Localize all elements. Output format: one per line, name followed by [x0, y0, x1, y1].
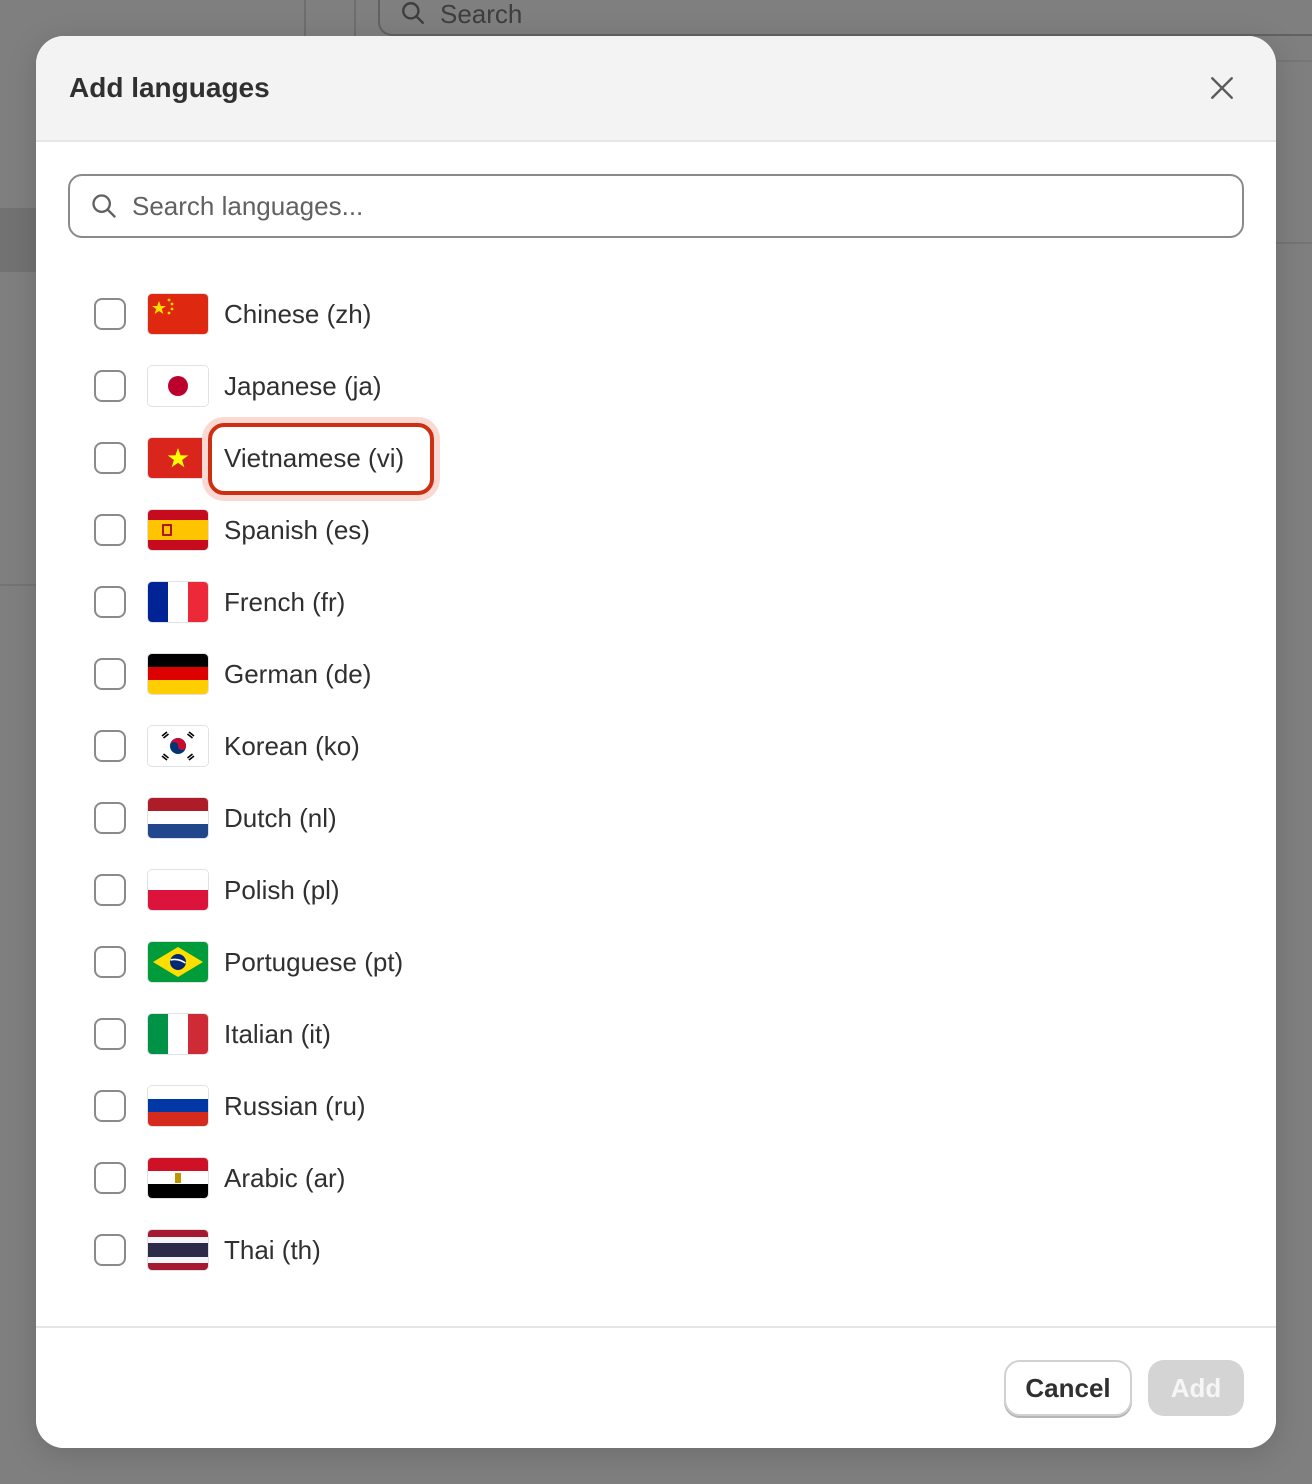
language-checkbox-th[interactable] — [94, 1234, 126, 1266]
thailand-flag-icon — [148, 1230, 208, 1270]
language-row-ar[interactable]: Arabic (ar) — [36, 1142, 1276, 1214]
poland-flag-icon — [148, 870, 208, 910]
language-label: Portuguese (pt) — [224, 946, 404, 977]
language-checkbox-pt[interactable] — [94, 946, 126, 978]
modal-footer: Cancel Add — [36, 1326, 1276, 1448]
background-band-right — [1276, 140, 1312, 244]
add-languages-modal: Add languages Chinese (zh) Japanese (ja) — [36, 36, 1276, 1448]
background-search-field: Search — [378, 0, 1312, 36]
language-row-it[interactable]: Italian (it) — [36, 998, 1276, 1070]
language-label: Italian (it) — [224, 1018, 331, 1049]
language-label: Spanish (es) — [224, 514, 370, 545]
language-row-pt[interactable]: Portuguese (pt) — [36, 926, 1276, 998]
language-checkbox-pl[interactable] — [94, 874, 126, 906]
language-row-ja[interactable]: Japanese (ja) — [36, 350, 1276, 422]
language-checkbox-nl[interactable] — [94, 802, 126, 834]
language-row-th[interactable]: Thai (th) — [36, 1214, 1276, 1286]
japan-flag-icon — [148, 366, 208, 406]
background-divider-line — [1276, 60, 1312, 62]
germany-flag-icon — [148, 654, 208, 694]
language-checkbox-zh[interactable] — [94, 298, 126, 330]
language-row-es[interactable]: Spanish (es) — [36, 494, 1276, 566]
language-label: Polish (pl) — [224, 874, 340, 905]
language-row-ru[interactable]: Russian (ru) — [36, 1070, 1276, 1142]
language-label: German (de) — [224, 658, 372, 689]
italy-flag-icon — [148, 1014, 208, 1054]
netherlands-flag-icon — [148, 798, 208, 838]
language-label: Arabic (ar) — [224, 1162, 346, 1193]
language-checkbox-ru[interactable] — [94, 1090, 126, 1122]
language-label: Japanese (ja) — [224, 370, 382, 401]
language-label: Chinese (zh) — [224, 298, 372, 329]
language-row-nl[interactable]: Dutch (nl) — [36, 782, 1276, 854]
spain-flag-icon — [148, 510, 208, 550]
language-checkbox-ja[interactable] — [94, 370, 126, 402]
modal-header: Add languages — [36, 36, 1276, 142]
language-checkbox-es[interactable] — [94, 514, 126, 546]
egypt-flag-icon — [148, 1158, 208, 1198]
language-label: Dutch (nl) — [224, 802, 337, 833]
vietnam-flag-icon — [148, 438, 208, 478]
background-divider-left — [0, 584, 36, 586]
language-label: French (fr) — [224, 586, 346, 617]
language-row-de[interactable]: German (de) — [36, 638, 1276, 710]
language-row-fr[interactable]: French (fr) — [36, 566, 1276, 638]
south-korea-flag-icon — [148, 726, 208, 766]
language-label: Korean (ko) — [224, 730, 360, 761]
close-button[interactable] — [1200, 66, 1244, 110]
language-label: Thai (th) — [224, 1234, 321, 1265]
language-checkbox-de[interactable] — [94, 658, 126, 690]
search-icon — [92, 194, 116, 218]
language-checkbox-fr[interactable] — [94, 586, 126, 618]
language-row-vi[interactable]: Vietnamese (vi) — [36, 422, 1276, 494]
language-checkbox-it[interactable] — [94, 1018, 126, 1050]
background-divider — [304, 0, 356, 40]
language-label: Vietnamese (vi) — [224, 442, 405, 473]
language-search-field[interactable] — [68, 174, 1244, 238]
search-icon — [402, 2, 424, 24]
language-row-pl[interactable]: Polish (pl) — [36, 854, 1276, 926]
close-icon — [1211, 77, 1233, 99]
china-flag-icon — [148, 294, 208, 334]
language-label: Russian (ru) — [224, 1090, 366, 1121]
modal-title: Add languages — [69, 72, 270, 103]
cancel-button[interactable]: Cancel — [1004, 1360, 1132, 1416]
language-row-ko[interactable]: Korean (ko) — [36, 710, 1276, 782]
language-checkbox-ko[interactable] — [94, 730, 126, 762]
language-checkbox-vi[interactable] — [94, 442, 126, 474]
add-button[interactable]: Add — [1148, 1360, 1244, 1416]
language-checkbox-ar[interactable] — [94, 1162, 126, 1194]
language-search-input[interactable] — [132, 190, 1242, 222]
russia-flag-icon — [148, 1086, 208, 1126]
background-band — [0, 208, 36, 272]
language-row-zh[interactable]: Chinese (zh) — [36, 278, 1276, 350]
background-search-placeholder: Search — [440, 0, 523, 29]
france-flag-icon — [148, 582, 208, 622]
brazil-flag-icon — [148, 942, 208, 982]
